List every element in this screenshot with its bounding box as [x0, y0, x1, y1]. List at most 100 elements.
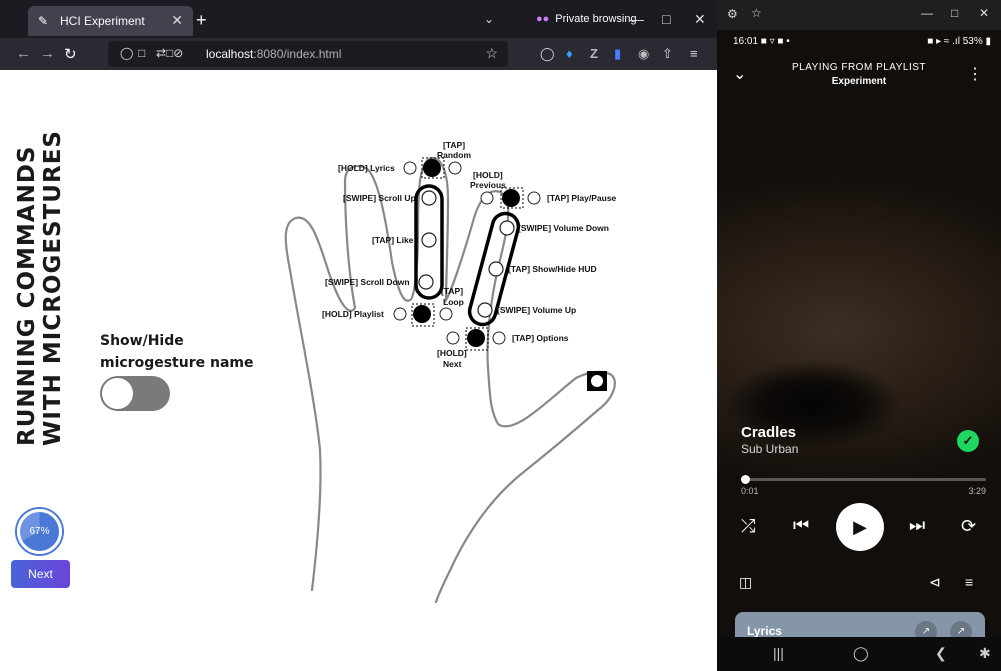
- volume-down-icon: [499, 220, 515, 236]
- label-random-2: Random: [437, 150, 471, 160]
- tab-close-icon[interactable]: ✕: [171, 12, 183, 29]
- bookmark-star-icon[interactable]: ☆: [485, 45, 498, 62]
- permissions-icon[interactable]: ⇄□⊘: [156, 46, 183, 60]
- page-icon[interactable]: □: [138, 46, 145, 60]
- seek-handle[interactable]: [741, 475, 750, 484]
- minimize-icon[interactable]: —: [630, 11, 644, 27]
- bitwarden-icon[interactable]: ▮: [614, 46, 621, 62]
- phone-minimize-icon[interactable]: —: [921, 6, 933, 20]
- random-icon: [448, 161, 462, 175]
- tab-bar: ✎ HCI Experiment ✕ + ⌄ ●● Private browsin…: [0, 0, 717, 38]
- scroll-up-icon: [421, 190, 437, 206]
- label-lyrics: [HOLD] Lyrics: [338, 163, 395, 173]
- options-icon: [492, 331, 506, 345]
- settings-icon[interactable]: ⚙: [727, 7, 738, 21]
- mirror-titlebar: ⚙ ☆ — □ ✕: [717, 0, 1001, 30]
- tab-favicon-icon: ✎: [38, 14, 49, 28]
- back-nav-icon[interactable]: ❮: [935, 645, 947, 662]
- scroll-down-icon: [418, 274, 434, 290]
- playlist-dot: [413, 305, 431, 323]
- label-like: [TAP] Like: [372, 235, 414, 245]
- tab-hci-experiment[interactable]: ✎ HCI Experiment ✕: [28, 6, 193, 36]
- playlist-name: Experiment: [831, 76, 887, 87]
- repeat-icon[interactable]: ⟳: [961, 516, 976, 537]
- accessibility-icon[interactable]: ✱: [979, 645, 991, 662]
- reload-icon[interactable]: ↻: [64, 45, 77, 63]
- status-battery: ■ ▸ ≈ .ıl 53% ▮: [927, 36, 991, 47]
- url-bar[interactable]: ◯ □ ⇄□⊘ localhost:8080/index.html ☆: [108, 41, 508, 67]
- home-icon[interactable]: ◯: [853, 645, 869, 662]
- total-time: 3:29: [968, 486, 986, 496]
- next-icon: [446, 331, 460, 345]
- extension-drop-icon[interactable]: ♦: [566, 46, 573, 61]
- queue-icon[interactable]: ≡: [965, 574, 973, 590]
- thumb-dot: [591, 375, 603, 387]
- menu-icon[interactable]: ≡: [690, 46, 698, 61]
- lyrics-dot: [423, 159, 441, 177]
- hand-diagram: [HOLD] Lyrics [TAP] Random [HOLD] Previo…: [284, 140, 617, 604]
- label-loop-1: [TAP]: [441, 286, 463, 296]
- play-pause-icon: [527, 191, 541, 205]
- label-playlist: [HOLD] Playlist: [322, 309, 384, 319]
- lyrics-card-label: Lyrics: [747, 624, 782, 638]
- label-hud: [TAP] Show/Hide HUD: [508, 264, 597, 274]
- connect-device-icon[interactable]: ◫: [739, 574, 752, 591]
- artist-name[interactable]: Sub Urban: [741, 442, 798, 456]
- label-volume-up: [SWIPE] Volume Up: [497, 305, 576, 315]
- previous-dot: [502, 189, 520, 207]
- label-play-pause: [TAP] Play/Pause: [547, 193, 617, 203]
- extension-z-icon[interactable]: Z: [590, 46, 598, 61]
- status-time: 16:01 ■ ▿ ■ •: [733, 36, 790, 47]
- loop-icon: [439, 307, 453, 321]
- song-title: Cradles: [741, 424, 797, 441]
- next-track-icon[interactable]: ⏭: [909, 515, 925, 536]
- maximize-icon[interactable]: □: [662, 11, 670, 27]
- label-scroll-down: [SWIPE] Scroll Down: [325, 277, 410, 287]
- url-path: :8080/index.html: [253, 47, 342, 61]
- extension-icon[interactable]: ◉: [638, 46, 649, 62]
- lyrics-icon: [403, 161, 417, 175]
- recents-icon[interactable]: |||: [773, 645, 784, 661]
- previous-icon: [480, 191, 494, 205]
- phone-mirror: ⚙ ☆ — □ ✕ 16:01 ■ ▿ ■ • ■ ▸ ≈ .ıl 53% ▮ …: [717, 0, 1001, 671]
- label-loop-2: Loop: [443, 297, 464, 307]
- playing-from-label: PLAYING FROM PLAYLIST: [791, 62, 927, 73]
- battery-text: 53%: [962, 36, 983, 47]
- album-art-background: [717, 30, 1001, 671]
- shield-icon[interactable]: ◯: [120, 46, 133, 60]
- experiment-page: RUNNING COMMANDS WITH MICROGESTURES Show…: [0, 70, 717, 671]
- list-tabs-chevron-icon[interactable]: ⌄: [484, 12, 494, 26]
- forward-icon[interactable]: →: [40, 45, 55, 62]
- like-icon: [421, 232, 437, 248]
- android-nav-bar: ||| ◯ ❮ ✱: [717, 637, 1001, 671]
- pocket-icon[interactable]: ◯: [540, 46, 555, 62]
- back-icon[interactable]: ←: [16, 45, 31, 62]
- hud-icon: [488, 261, 504, 277]
- label-next-1: [HOLD]: [437, 348, 467, 358]
- previous-track-icon[interactable]: ⏮: [793, 515, 809, 536]
- share-icon[interactable]: ⇧: [662, 46, 673, 62]
- volume-up-icon: [477, 302, 493, 318]
- label-options: [TAP] Options: [512, 333, 569, 343]
- label-previous-1: [HOLD]: [473, 170, 503, 180]
- shuffle-icon[interactable]: ⤮: [741, 516, 755, 537]
- phone-maximize-icon[interactable]: □: [951, 6, 958, 20]
- pin-star-icon[interactable]: ☆: [751, 6, 762, 20]
- play-button[interactable]: ▶: [836, 503, 884, 551]
- liked-check-icon[interactable]: ✓: [957, 430, 979, 452]
- close-window-icon[interactable]: ✕: [694, 11, 706, 28]
- url-host: localhost: [206, 47, 254, 61]
- tab-title: HCI Experiment: [60, 14, 145, 28]
- new-tab-icon[interactable]: +: [196, 10, 207, 31]
- status-time-text: 16:01: [733, 36, 759, 47]
- label-volume-down: [SWIPE] Volume Down: [518, 223, 609, 233]
- label-random-1: [TAP]: [443, 140, 465, 150]
- phone-close-icon[interactable]: ✕: [979, 6, 989, 20]
- seek-bar[interactable]: [741, 475, 986, 484]
- label-next-2: Next: [443, 359, 462, 369]
- browser-window: ✎ HCI Experiment ✕ + ⌄ ●● Private browsin…: [0, 0, 717, 671]
- share-track-icon[interactable]: ⊲: [929, 574, 941, 591]
- private-browsing-label: Private browsing: [555, 13, 637, 25]
- label-scroll-up: [SWIPE] Scroll Up: [343, 193, 416, 203]
- more-options-icon[interactable]: ⋮: [967, 64, 983, 84]
